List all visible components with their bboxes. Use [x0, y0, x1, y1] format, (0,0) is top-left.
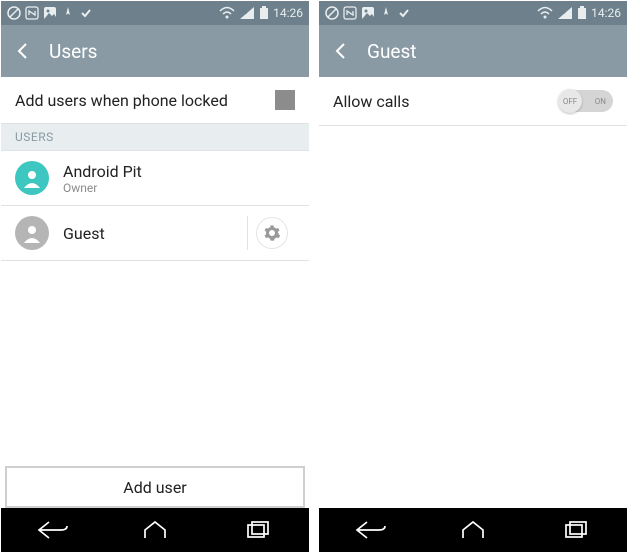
nav-bar [1, 508, 309, 552]
battery-icon [259, 6, 269, 20]
gallery-icon [43, 6, 57, 20]
nav-recent-button[interactable] [551, 516, 601, 544]
nav-bar [319, 508, 627, 552]
gear-icon [263, 224, 281, 242]
header-bar: Guest [319, 25, 627, 77]
back-button[interactable] [11, 39, 35, 63]
signal-icon: x [557, 6, 573, 20]
nav-back-button[interactable] [27, 516, 77, 544]
allow-calls-row[interactable]: Allow calls OFF ON [319, 77, 627, 126]
nfc-icon [343, 6, 357, 20]
status-time: 14:26 [273, 6, 303, 20]
users-section-header: USERS [1, 124, 309, 151]
check-icon [397, 6, 411, 20]
user-sub: Owner [63, 181, 142, 195]
user-row-owner[interactable]: Android Pit Owner [1, 151, 309, 206]
toggle-off-label: OFF [563, 97, 577, 106]
avatar-icon [15, 216, 49, 250]
wifi-icon [537, 6, 553, 20]
wifi-icon [219, 6, 235, 20]
header-bar: Users [1, 25, 309, 77]
nfc-icon [25, 6, 39, 20]
status-time: 14:26 [591, 6, 621, 20]
no-entry-icon [7, 6, 21, 20]
user-name: Android Pit [63, 162, 142, 181]
avatar-icon [15, 161, 49, 195]
page-title: Guest [367, 40, 417, 63]
user-row-guest[interactable]: Guest [1, 206, 309, 261]
gallery-icon [361, 6, 375, 20]
nav-home-button[interactable] [130, 516, 180, 544]
svg-text:x: x [562, 9, 565, 16]
battery-icon [577, 6, 587, 20]
users-screen: x 14:26 Users Add users when phone locke… [1, 1, 309, 552]
allow-calls-toggle[interactable]: OFF ON [559, 90, 613, 112]
no-entry-icon [325, 6, 339, 20]
back-button[interactable] [329, 39, 353, 63]
guest-screen: x 14:26 Guest Allow calls OFF ON [319, 1, 627, 552]
page-title: Users [49, 40, 97, 63]
add-user-button[interactable]: Add user [5, 466, 305, 508]
signal-icon: x [239, 6, 255, 20]
nav-home-button[interactable] [448, 516, 498, 544]
allow-calls-label: Allow calls [333, 92, 409, 111]
svg-text:x: x [244, 9, 247, 16]
add-user-label: Add user [123, 478, 186, 497]
status-bar: x 14:26 [319, 1, 627, 25]
add-users-locked-row[interactable]: Add users when phone locked [1, 77, 309, 124]
location-icon [379, 6, 393, 20]
nav-back-button[interactable] [345, 516, 395, 544]
nav-recent-button[interactable] [233, 516, 283, 544]
toggle-on-label: ON [595, 97, 606, 106]
guest-settings-button[interactable] [256, 217, 288, 249]
user-name: Guest [63, 224, 105, 243]
location-icon [61, 6, 75, 20]
checkbox[interactable] [275, 90, 295, 110]
add-users-locked-label: Add users when phone locked [15, 91, 228, 110]
check-icon [79, 6, 93, 20]
status-bar: x 14:26 [1, 1, 309, 25]
